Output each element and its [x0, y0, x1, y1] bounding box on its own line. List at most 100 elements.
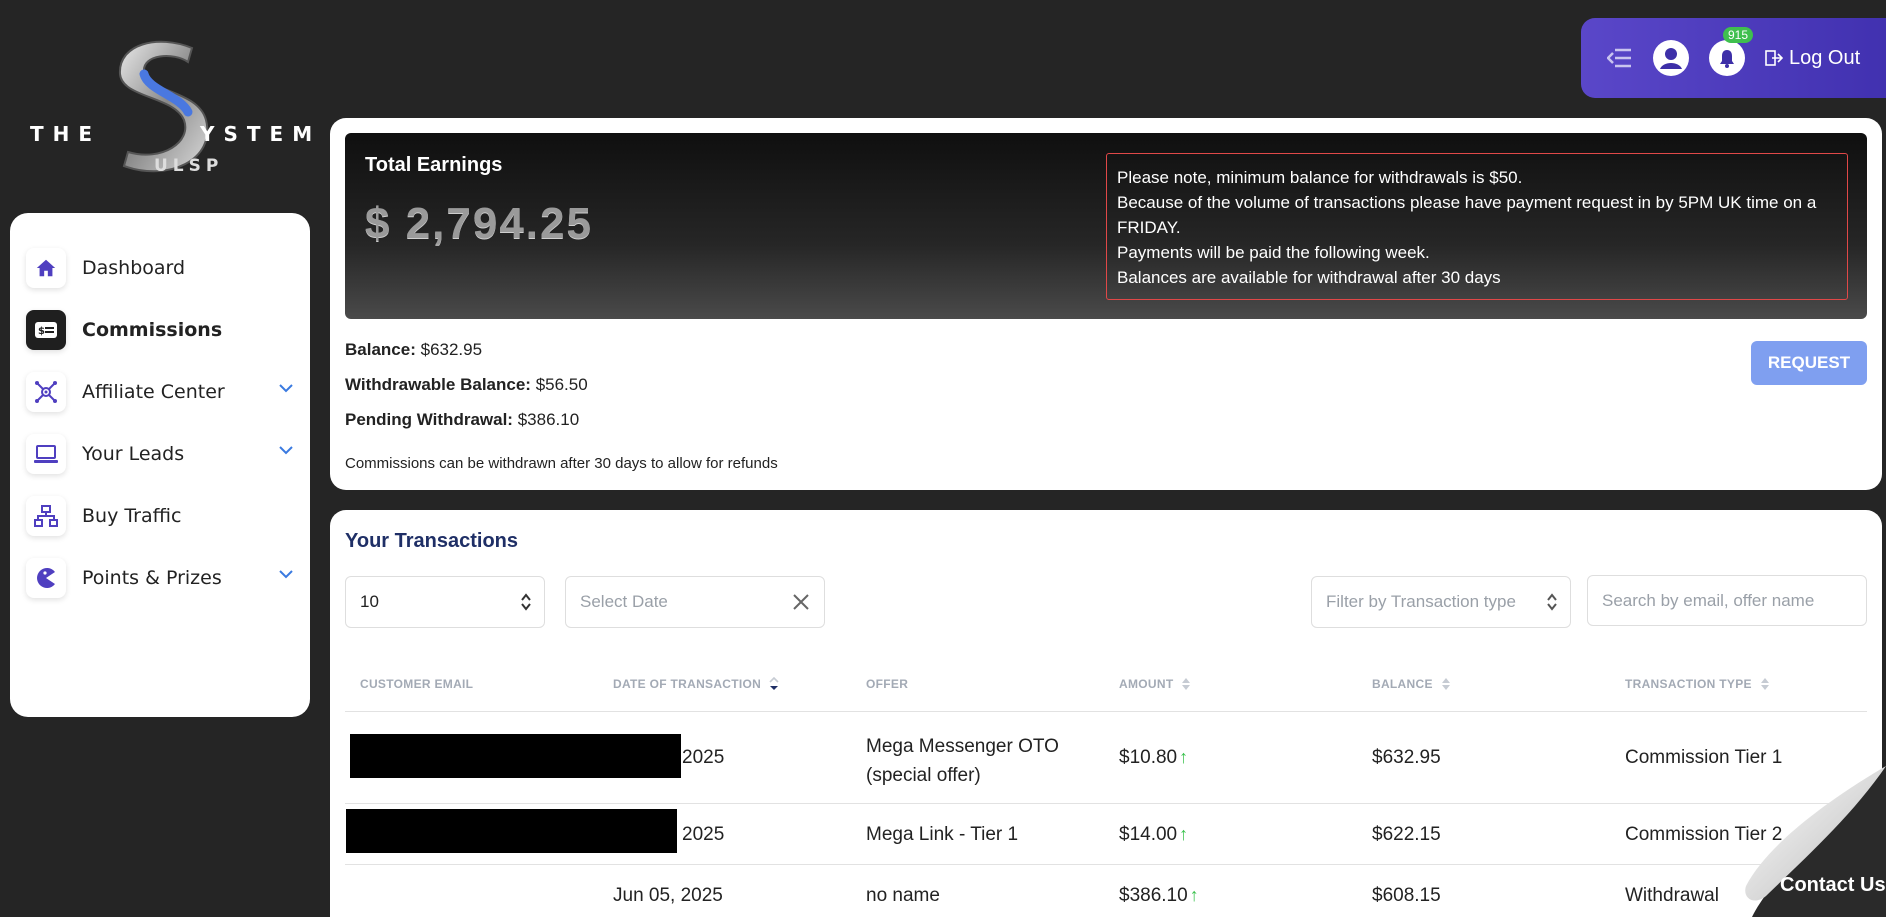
withdrawable-value: $56.50 — [535, 375, 588, 394]
money-card-icon: $ — [26, 310, 66, 350]
cell-amount: $386.10 ↑ — [1119, 885, 1199, 906]
withdraw-note: Commissions can be withdrawn after 30 da… — [345, 455, 778, 472]
search-placeholder: Search by email, offer name — [1602, 590, 1815, 610]
sort-icon — [1441, 678, 1450, 690]
cell-balance: $608.15 — [1372, 885, 1441, 906]
contact-us-label[interactable]: Contact Us — [1780, 874, 1886, 897]
date-placeholder: Select Date — [580, 592, 668, 611]
cell-date: Jun 05, 2025 — [613, 885, 723, 906]
chevron-down-icon[interactable] — [278, 569, 294, 579]
sort-icon — [1760, 678, 1769, 690]
sidebar-item-your-leads[interactable]: Your Leads — [10, 423, 310, 485]
network-icon — [26, 372, 66, 412]
withdrawable-row: Withdrawable Balance: $56.50 — [345, 375, 588, 410]
table-row[interactable]: 2025 Mega Messenger OTO (special offer) … — [345, 712, 1867, 804]
col-offer: OFFER — [866, 677, 909, 691]
table-row[interactable]: Jun 05, 2025 no name $386.10 ↑ $608.15 Wi… — [345, 865, 1867, 917]
sidebar-item-label: Affiliate Center — [82, 381, 225, 403]
pending-row: Pending Withdrawal: $386.10 — [345, 410, 588, 445]
arrow-up-icon: ↑ — [1189, 885, 1199, 905]
sidebar-item-buy-traffic[interactable]: Buy Traffic — [10, 485, 310, 547]
sort-arrows-icon — [521, 593, 531, 611]
sidebar-item-label: Buy Traffic — [82, 505, 182, 527]
cell-offer: Mega Messenger OTO (special offer) — [866, 736, 1059, 786]
arrow-up-icon: ↑ — [1179, 824, 1189, 844]
clear-icon[interactable] — [790, 591, 812, 613]
sidebar-item-affiliate-center[interactable]: Affiliate Center — [10, 361, 310, 423]
transactions-panel: Your Transactions 10 Select Date Filter … — [330, 510, 1882, 917]
notice-line: Balances are available for withdrawal af… — [1117, 268, 1501, 287]
sidebar-item-commissions[interactable]: $ Commissions — [10, 299, 310, 361]
pending-value: $386.10 — [517, 410, 580, 429]
cell-type: Withdrawal — [1625, 885, 1719, 906]
date-filter-input[interactable]: Select Date — [565, 576, 825, 628]
search-input[interactable]: Search by email, offer name — [1587, 575, 1867, 626]
notifications-button[interactable]: 915 — [1709, 27, 1754, 76]
earnings-title: Total Earnings — [365, 154, 503, 176]
top-bar: 915 Log Out — [1581, 18, 1886, 98]
pending-label: Pending Withdrawal: — [345, 410, 513, 429]
cell-amount: $14.00 ↑ — [1119, 824, 1189, 845]
logout-button[interactable]: Log Out — [1765, 47, 1860, 70]
earnings-amount: $ 2,794.25 — [365, 199, 593, 248]
logo-text-right: YSTEM — [200, 122, 322, 146]
notification-count-badge: 915 — [1723, 27, 1754, 43]
cell-offer: Mega Link - Tier 1 — [866, 824, 1019, 845]
redacted-email — [346, 809, 677, 853]
sidebar-item-label: Commissions — [82, 319, 223, 341]
home-icon — [26, 248, 66, 288]
transactions-title: Your Transactions — [345, 530, 519, 552]
col-date[interactable]: DATE OF TRANSACTION — [613, 677, 779, 691]
laptop-icon — [26, 434, 66, 474]
sidebar-item-label: Your Leads — [82, 443, 185, 465]
sort-arrows-icon — [1547, 593, 1557, 611]
earnings-card: Total Earnings $ 2,794.25 Please note, m… — [345, 133, 1867, 319]
chevron-down-icon[interactable] — [278, 445, 294, 455]
sidebar-item-points-prizes[interactable]: Points & Prizes — [10, 547, 310, 609]
col-customer-email: CUSTOMER EMAIL — [360, 677, 474, 691]
sidebar-item-dashboard[interactable]: Dashboard — [10, 237, 310, 299]
sidebar-item-label: Points & Prizes — [82, 567, 222, 589]
type-placeholder: Filter by Transaction type — [1326, 592, 1516, 611]
site-logo[interactable]: THE YSTEM ULSP — [26, 34, 312, 184]
cell-date: 2025 — [682, 824, 725, 845]
notice-line: Payments will be paid the following week… — [1117, 243, 1430, 262]
col-balance[interactable]: BALANCE — [1372, 677, 1451, 691]
sort-icon — [1182, 678, 1191, 690]
bell-icon — [1709, 40, 1745, 76]
cell-offer: no name — [866, 885, 940, 906]
request-button[interactable]: REQUEST — [1751, 341, 1867, 385]
arrow-up-icon: ↑ — [1179, 747, 1189, 767]
notice-line: Please note, minimum balance for withdra… — [1117, 168, 1523, 187]
withdrawable-label: Withdrawable Balance: — [345, 375, 531, 394]
withdrawal-notice: Please note, minimum balance for withdra… — [1106, 153, 1848, 300]
cell-balance: $622.15 — [1372, 824, 1441, 845]
chevron-down-icon[interactable] — [278, 383, 294, 393]
redacted-email — [350, 734, 681, 778]
logo-text-left: THE — [30, 122, 102, 146]
menu-toggle-icon[interactable] — [1607, 47, 1633, 69]
earnings-panel: Total Earnings $ 2,794.25 Please note, m… — [330, 118, 1882, 490]
logo-text-sub: ULSP — [154, 156, 224, 176]
page-size-value: 10 — [360, 592, 379, 611]
cell-balance: $632.95 — [1372, 747, 1441, 768]
table-header: CUSTOMER EMAIL DATE OF TRANSACTION OFFER… — [345, 650, 1867, 712]
page-size-select[interactable]: 10 — [345, 576, 545, 628]
transaction-type-select[interactable]: Filter by Transaction type — [1311, 576, 1571, 628]
cell-date: 2025 — [682, 747, 725, 768]
sitemap-icon — [26, 496, 66, 536]
logout-icon — [1765, 50, 1783, 66]
balance-label: Balance: — [345, 340, 416, 359]
balance-row: Balance: $632.95 — [345, 340, 588, 375]
logout-label: Log Out — [1789, 46, 1861, 69]
balance-summary: Balance: $632.95 Withdrawable Balance: $… — [345, 340, 588, 445]
col-transaction-type[interactable]: TRANSACTION TYPE — [1625, 677, 1770, 691]
user-avatar-icon[interactable] — [1653, 40, 1689, 76]
col-amount[interactable]: AMOUNT — [1119, 677, 1191, 691]
table-row[interactable]: 2025 Mega Link - Tier 1 $14.00 ↑ $622.15 … — [345, 804, 1867, 865]
transactions-table: CUSTOMER EMAIL DATE OF TRANSACTION OFFER… — [345, 650, 1867, 917]
balance-value: $632.95 — [420, 340, 483, 359]
sort-desc-icon — [769, 677, 779, 690]
cell-amount: $10.80 ↑ — [1119, 747, 1189, 768]
svg-text:$: $ — [38, 326, 45, 337]
